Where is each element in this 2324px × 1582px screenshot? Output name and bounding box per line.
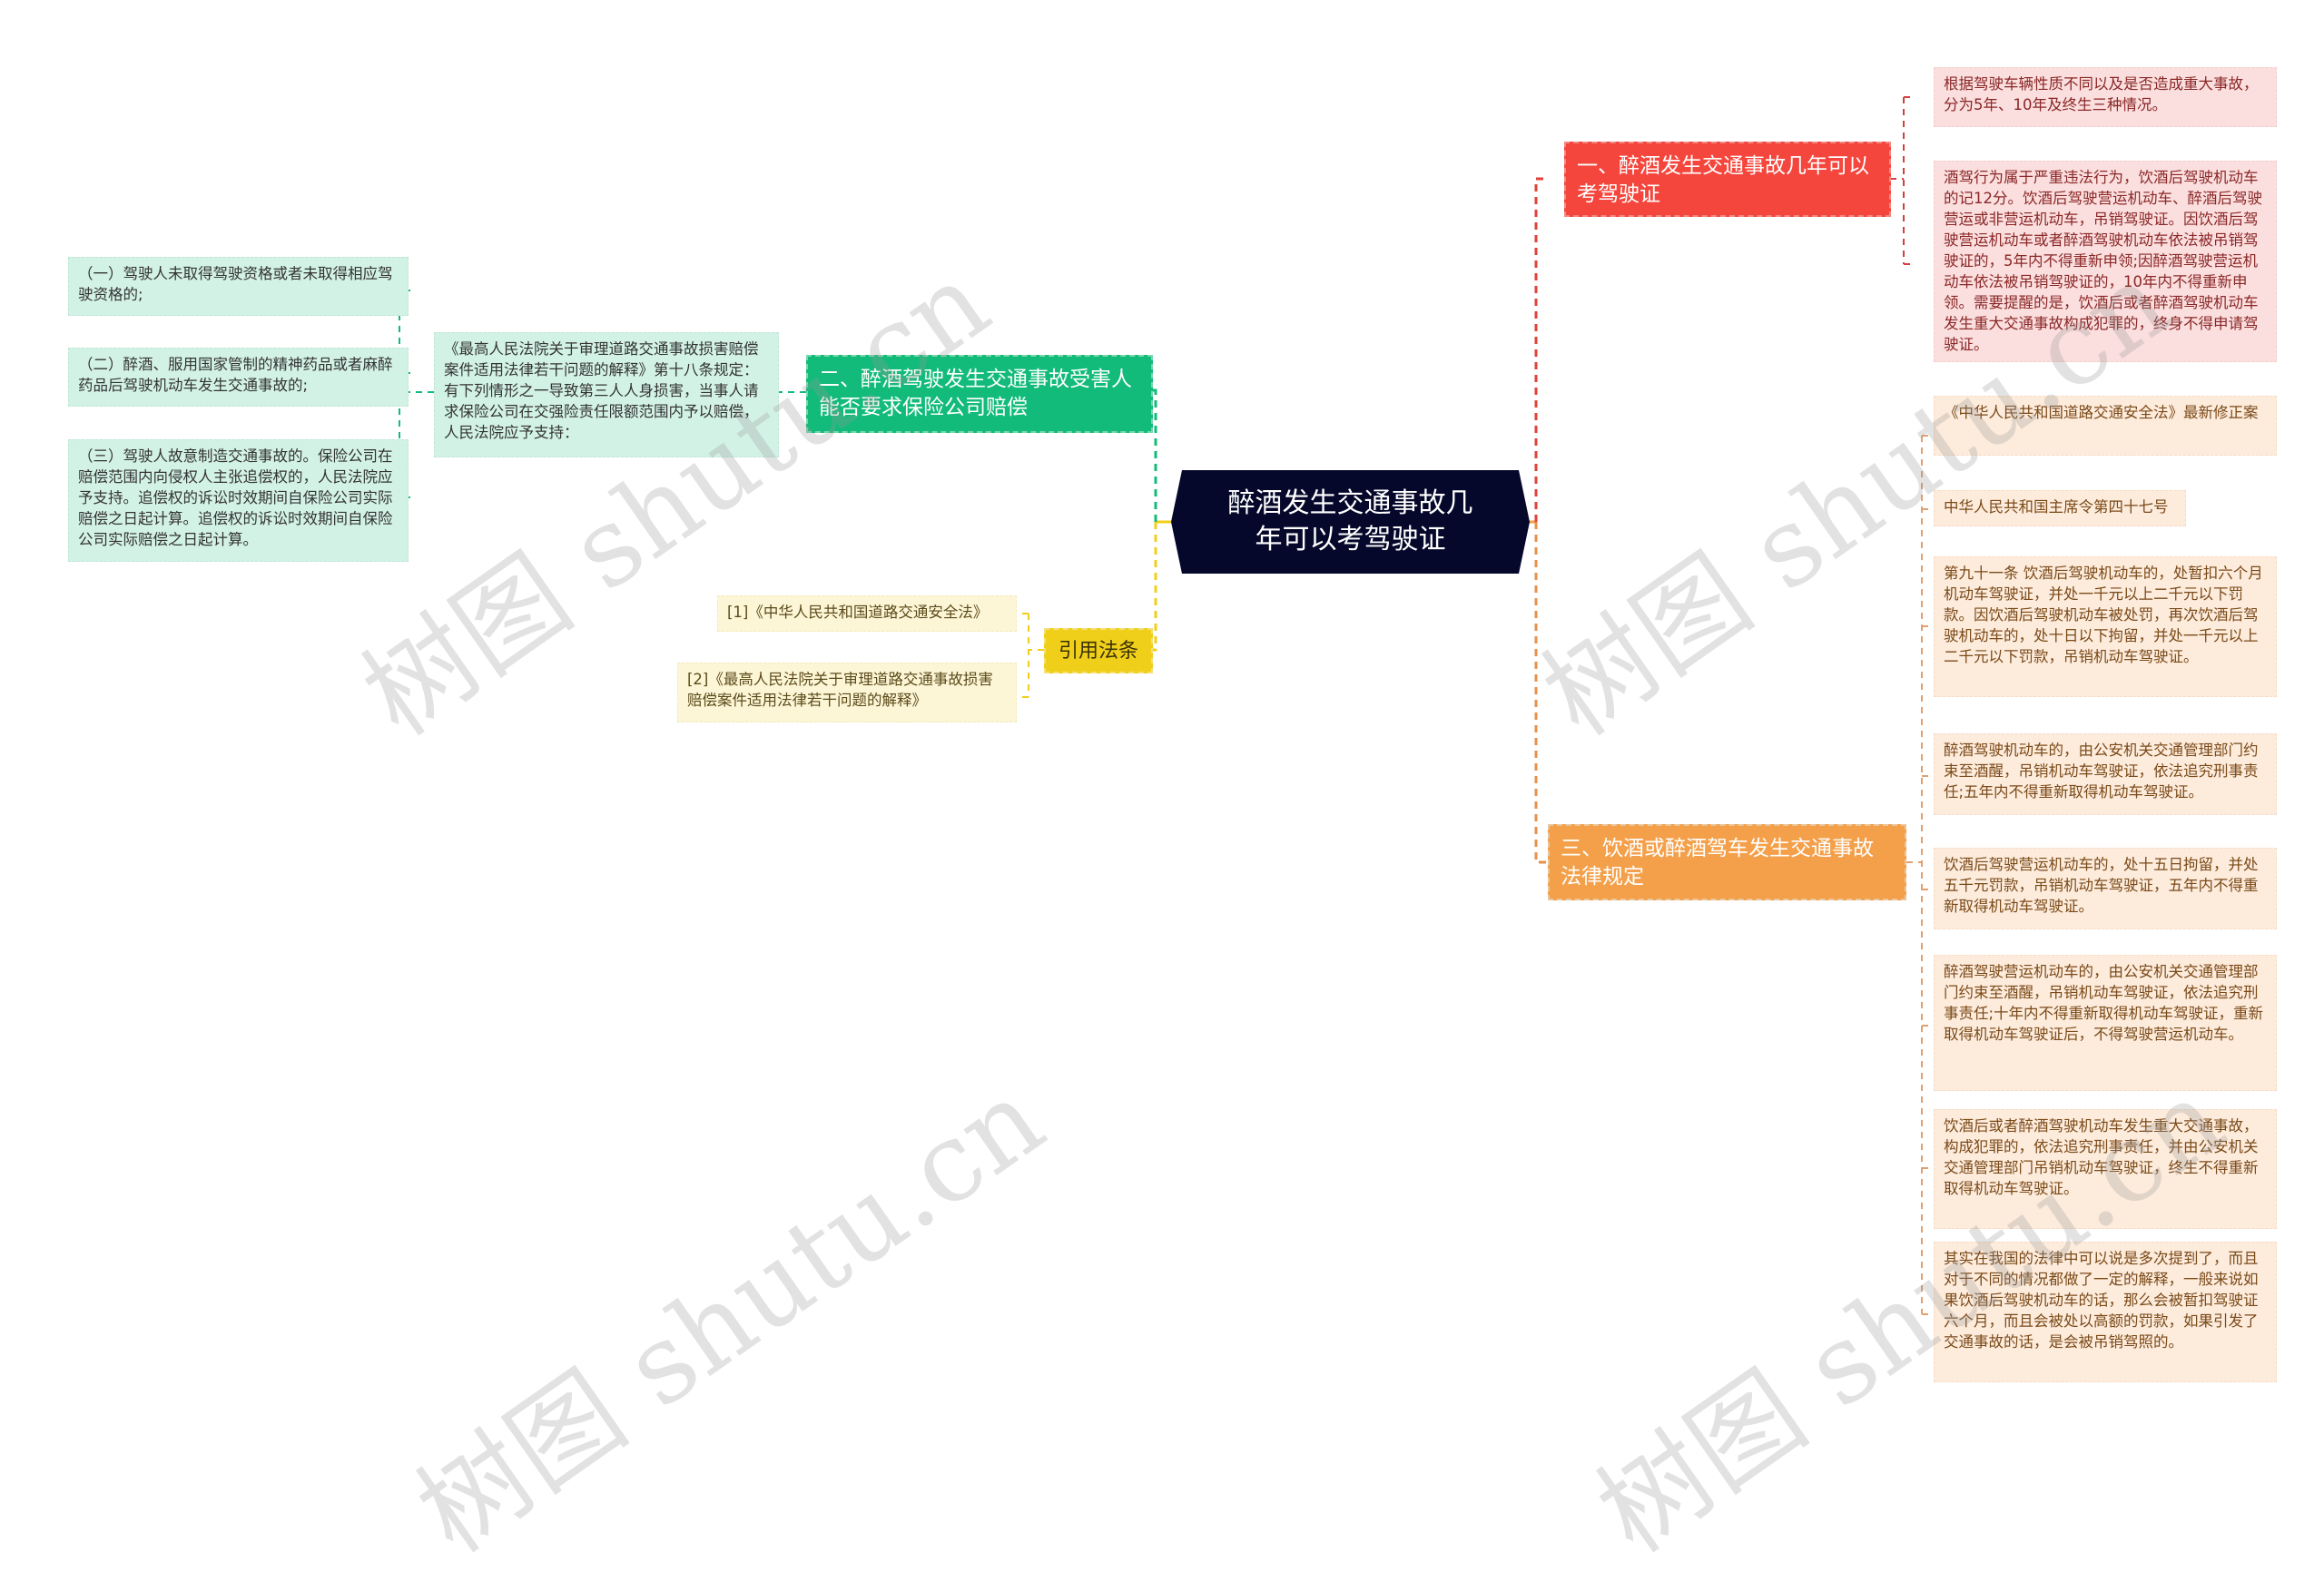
branch-one-item-1[interactable]: 根据驾驶车辆性质不同以及是否造成重大事故，分为5年、10年及终生三种情况。 xyxy=(1934,67,2277,127)
branch-refs-label: 引用法条 xyxy=(1058,640,1138,663)
central-topic-title: 醉酒发生交通事故几年可以考驾驶证 xyxy=(1227,487,1473,555)
branch-two-label: 二、醉酒驾驶发生交通事故受害人能否要求保险公司赔偿 xyxy=(819,368,1132,419)
leaf-text: 《最高人民法院关于审理道路交通事故损害赔偿案件适用法律若干问题的解释》第十八条规… xyxy=(444,340,759,441)
leaf-text: （三）驾驶人故意制造交通事故的。保险公司在赔偿范围内向侵权人主张追偿权的，人民法… xyxy=(78,447,393,548)
branch-three-item-7[interactable]: 饮酒后或者醉酒驾驶机动车发生重大交通事故，构成犯罪的，依法追究刑事责任，并由公安… xyxy=(1934,1109,2277,1229)
leaf-text: 饮酒后驾驶营运机动车的，处十五日拘留，并处五千元罚款，吊销机动车驾驶证，五年内不… xyxy=(1944,856,2259,915)
branch-three[interactable]: 三、饮酒或醉酒驾车发生交通事故法律规定 xyxy=(1548,824,1906,900)
leaf-text: 《中华人民共和国道路交通安全法》最新修正案 xyxy=(1944,404,2259,421)
branch-refs[interactable]: 引用法条 xyxy=(1044,628,1153,673)
connector-to-branch-one xyxy=(1534,177,1548,522)
leaf-text: 饮酒后或者醉酒驾驶机动车发生重大交通事故，构成犯罪的，依法追究刑事责任，并由公安… xyxy=(1944,1117,2259,1197)
leaf-text: 其实在我国的法律中可以说是多次提到了，而且对于不同的情况都做了一定的解释，一般来… xyxy=(1944,1250,2259,1351)
connector-one-items xyxy=(1890,96,1915,265)
branch-three-item-6[interactable]: 醉酒驾驶营运机动车的，由公安机关交通管理部门约束至酒醒，吊销机动车驾驶证，依法追… xyxy=(1934,955,2277,1091)
connector-to-branch-three xyxy=(1534,522,1548,864)
branch-three-item-5[interactable]: 饮酒后驾驶营运机动车的，处十五日拘留，并处五千元罚款，吊销机动车驾驶证，五年内不… xyxy=(1934,848,2277,929)
branch-two[interactable]: 二、醉酒驾驶发生交通事故受害人能否要求保险公司赔偿 xyxy=(806,355,1153,433)
branch-two-sub-item-3[interactable]: （三）驾驶人故意制造交通事故的。保险公司在赔偿范围内向侵权人主张追偿权的，人民法… xyxy=(68,439,409,562)
leaf-text: [1]《中华人民共和国道路交通安全法》 xyxy=(727,604,989,621)
leaf-text: （一）驾驶人未取得驾驶资格或者未取得相应驾驶资格的; xyxy=(78,265,393,303)
connector-three-items xyxy=(1906,435,1934,1315)
branch-one-label: 一、醉酒发生交通事故几年可以考驾驶证 xyxy=(1577,154,1869,206)
leaf-text: 中华人民共和国主席令第四十七号 xyxy=(1944,498,2169,516)
branch-three-item-3[interactable]: 第九十一条 饮酒后驾驶机动车的，处暂扣六个月机动车驾驶证，并处一千元以上二千元以… xyxy=(1934,556,2277,697)
leaf-text: 酒驾行为属于严重违法行为，饮酒后驾驶机动车的记12分。饮酒后驾驶营运机动车、醉酒… xyxy=(1944,169,2262,353)
leaf-text: 根据驾驶车辆性质不同以及是否造成重大事故，分为5年、10年及终生三种情况。 xyxy=(1944,75,2259,113)
branch-three-item-2[interactable]: 中华人民共和国主席令第四十七号 xyxy=(1934,490,2186,526)
connector-refs-items xyxy=(1017,613,1044,698)
branch-three-item-1[interactable]: 《中华人民共和国道路交通安全法》最新修正案 xyxy=(1934,396,2277,456)
leaf-text: 醉酒驾驶机动车的，由公安机关交通管理部门约束至酒醒，吊销机动车驾驶证，依法追究刑… xyxy=(1944,742,2259,801)
branch-three-item-8[interactable]: 其实在我国的法律中可以说是多次提到了，而且对于不同的情况都做了一定的解释，一般来… xyxy=(1934,1242,2277,1382)
branch-two-sub-item-2[interactable]: （二）醉酒、服用国家管制的精神药品或者麻醉药品后驾驶机动车发生交通事故的; xyxy=(68,348,409,407)
refs-item-1[interactable]: [1]《中华人民共和国道路交通安全法》 xyxy=(717,595,1017,632)
branch-one-item-2[interactable]: 酒驾行为属于严重违法行为，饮酒后驾驶机动车的记12分。饮酒后驾驶营运机动车、醉酒… xyxy=(1934,161,2277,362)
branch-three-label: 三、饮酒或醉酒驾车发生交通事故法律规定 xyxy=(1561,837,1874,889)
leaf-text: [2]《最高人民法院关于审理道路交通事故损害赔偿案件适用法律若干问题的解释》 xyxy=(687,671,993,709)
branch-two-sub[interactable]: 《最高人民法院关于审理道路交通事故损害赔偿案件适用法律若干问题的解释》第十八条规… xyxy=(434,332,779,457)
leaf-text: （二）醉酒、服用国家管制的精神药品或者麻醉药品后驾驶机动车发生交通事故的; xyxy=(78,356,393,394)
leaf-text: 第九十一条 饮酒后驾驶机动车的，处暂扣六个月机动车驾驶证，并处一千元以上二千元以… xyxy=(1944,565,2263,665)
branch-three-item-4[interactable]: 醉酒驾驶机动车的，由公安机关交通管理部门约束至酒醒，吊销机动车驾驶证，依法追究刑… xyxy=(1934,733,2277,815)
central-topic[interactable]: 醉酒发生交通事故几年可以考驾驶证 xyxy=(1171,470,1530,574)
leaf-text: 醉酒驾驶营运机动车的，由公安机关交通管理部门约束至酒醒，吊销机动车驾驶证，依法追… xyxy=(1944,963,2264,1043)
branch-two-sub-item-1[interactable]: （一）驾驶人未取得驾驶资格或者未取得相应驾驶资格的; xyxy=(68,257,409,316)
branch-one[interactable]: 一、醉酒发生交通事故几年可以考驾驶证 xyxy=(1564,142,1891,217)
refs-item-2[interactable]: [2]《最高人民法院关于审理道路交通事故损害赔偿案件适用法律若干问题的解释》 xyxy=(677,663,1017,722)
